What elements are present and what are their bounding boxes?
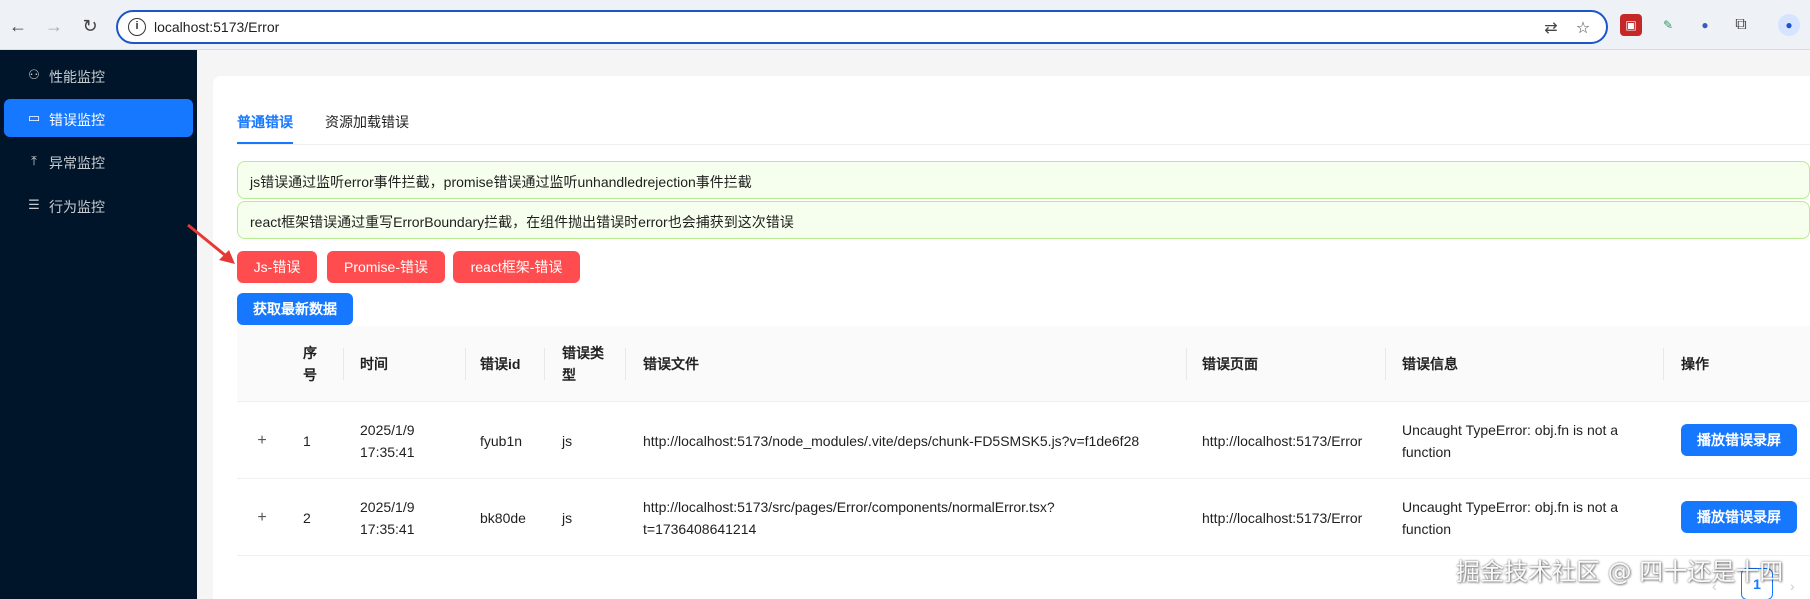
- tab-normal-error[interactable]: 普通错误: [237, 112, 293, 132]
- cell-index: 1: [303, 433, 311, 449]
- play-recording-button[interactable]: 播放错误录屏: [1681, 424, 1797, 456]
- sidebar-item-label: 性能监控: [49, 69, 105, 85]
- column-separator: [1186, 348, 1187, 380]
- cell-file: http://localhost:5173/src/pages/Error/co…: [643, 499, 1055, 515]
- tab-resource-error[interactable]: 资源加载错误: [325, 112, 409, 132]
- sidebar-item-label: 行为监控: [49, 199, 105, 215]
- alert-react-info: react框架错误通过重写ErrorBoundary拦截，在组件抛出错误时err…: [237, 201, 1810, 239]
- reload-icon[interactable]: ↻: [78, 14, 102, 38]
- cell-type: js: [562, 433, 573, 449]
- video-icon: ▭: [27, 110, 41, 125]
- column-header-message: 错误信息: [1402, 356, 1458, 372]
- fetch-latest-button[interactable]: 获取最新数据: [237, 293, 353, 325]
- play-recording-button[interactable]: 播放错误录屏: [1681, 501, 1797, 533]
- column-header-index: 序号: [303, 345, 317, 383]
- column-header-page: 错误页面: [1202, 356, 1258, 372]
- column-separator: [1663, 348, 1664, 380]
- cell-time-date: 2025/1/9: [360, 499, 415, 515]
- cell-time-clock: 17:35:41: [360, 521, 415, 537]
- watermark: 掘金技术社区 @ 四十还是十四: [1456, 558, 1784, 586]
- cell-file-cont: t=1736408641214: [643, 521, 757, 537]
- promise-error-button[interactable]: Promise-错误: [327, 251, 445, 283]
- user-icon: ⚇: [28, 67, 40, 82]
- cell-index: 2: [303, 510, 311, 526]
- bookmark-star-icon[interactable]: ☆: [1572, 18, 1594, 40]
- extension-bot-icon[interactable]: ●: [1694, 14, 1716, 36]
- cell-message-cont: function: [1402, 444, 1452, 460]
- cell-message: Uncaught TypeError: obj.fn is not a: [1402, 499, 1619, 515]
- sidebar-item-label: 异常监控: [49, 155, 105, 171]
- column-separator: [544, 348, 545, 380]
- red-arrow-annotation: [187, 223, 235, 264]
- alert-js-info: js错误通过监听error事件拦截，promise错误通过监听unhandled…: [237, 161, 1810, 199]
- sidebar-item-performance[interactable]: ⚇ 性能监控: [4, 56, 193, 94]
- expand-row-icon[interactable]: +: [254, 433, 270, 449]
- profile-avatar-icon[interactable]: ●: [1778, 14, 1800, 36]
- list-icon: ☰: [28, 197, 40, 212]
- tab-active-indicator: [237, 142, 293, 144]
- table-header: 序号 时间 错误id 错误类型 错误文件 错误页面 错误信息 操作: [237, 326, 1810, 402]
- table-row: + 1 2025/1/9 17:35:41 fyub1n js http://l…: [237, 402, 1810, 479]
- sidebar-item-error[interactable]: ▭ 错误监控: [4, 99, 193, 137]
- cell-type: js: [562, 510, 573, 526]
- cell-id: bk80de: [480, 510, 526, 526]
- sidebar: ⚇ 性能监控 ▭ 错误监控 ⤒ 异常监控 ☰ 行为监控: [0, 50, 197, 599]
- address-bar[interactable]: i localhost:5173/Error ⇄ ☆: [116, 10, 1608, 44]
- back-icon[interactable]: ←: [6, 14, 30, 38]
- column-header-id: 错误id: [480, 356, 521, 372]
- column-header-time: 时间: [360, 356, 388, 372]
- site-info-icon[interactable]: i: [128, 18, 146, 36]
- column-separator: [625, 348, 626, 380]
- cell-page: http://localhost:5173/Error: [1202, 510, 1363, 526]
- sidebar-item-behavior[interactable]: ☰ 行为监控: [4, 186, 193, 224]
- js-error-button[interactable]: Js-错误: [237, 251, 317, 283]
- extension-edit-icon[interactable]: ✎: [1657, 14, 1679, 36]
- cell-message-cont: function: [1402, 521, 1452, 537]
- cell-page: http://localhost:5173/Error: [1202, 433, 1363, 449]
- cell-time-date: 2025/1/9: [360, 422, 415, 438]
- column-header-action: 操作: [1681, 356, 1709, 372]
- cell-id: fyub1n: [480, 433, 523, 449]
- cell-message: Uncaught TypeError: obj.fn is not a: [1402, 422, 1619, 438]
- upload-icon: ⤒: [31, 153, 37, 168]
- address-url[interactable]: localhost:5173/Error: [154, 19, 279, 35]
- column-separator: [1385, 348, 1386, 380]
- table-row: + 2 2025/1/9 17:35:41 bk80de js http://l…: [237, 479, 1810, 556]
- translate-icon[interactable]: ⇄: [1540, 18, 1562, 40]
- browser-toolbar: ← → ↻ i localhost:5173/Error ⇄ ☆ ▣ ✎ ● ⧉…: [0, 0, 1810, 50]
- tab-divider: [237, 144, 1810, 145]
- column-separator: [343, 348, 344, 380]
- forward-icon[interactable]: →: [42, 14, 66, 38]
- column-header-type: 错误类型: [562, 345, 604, 383]
- cell-file: http://localhost:5173/node_modules/.vite…: [643, 433, 1140, 449]
- pagination-next-icon[interactable]: ›: [1790, 578, 1795, 594]
- sidebar-item-exception[interactable]: ⤒ 异常监控: [4, 142, 193, 180]
- expand-row-icon[interactable]: +: [254, 510, 270, 526]
- extensions-puzzle-icon[interactable]: ⧉: [1730, 14, 1752, 36]
- column-header-file: 错误文件: [643, 356, 699, 372]
- react-error-button[interactable]: react框架-错误: [453, 251, 580, 283]
- column-separator: [465, 348, 466, 380]
- sidebar-item-label: 错误监控: [49, 112, 105, 128]
- cell-time-clock: 17:35:41: [360, 444, 415, 460]
- extension-red-icon[interactable]: ▣: [1620, 14, 1642, 36]
